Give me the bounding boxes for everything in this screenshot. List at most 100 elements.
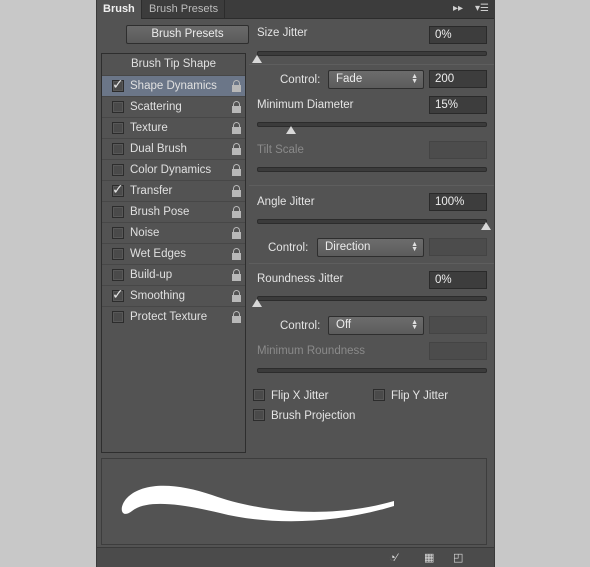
lock-icon[interactable] xyxy=(232,185,241,197)
list-item-wet-edges[interactable]: Wet Edges xyxy=(102,243,245,264)
checkmark-icon: ✓ xyxy=(112,76,124,92)
minimum-roundness-field xyxy=(429,342,487,360)
lock-icon[interactable] xyxy=(232,101,241,113)
brush-tip-shape-item[interactable]: Brush Tip Shape xyxy=(102,54,245,75)
divider xyxy=(249,185,494,186)
list-item-protect-texture[interactable]: Protect Texture xyxy=(102,306,245,327)
brush-stroke-preview xyxy=(101,458,487,545)
flip-y-jitter-checkbox[interactable]: Flip Y Jitter xyxy=(373,388,463,404)
brush-settings-list: Brush Tip Shape ✓ Shape Dynamics Scatterin… xyxy=(101,53,246,453)
flip-y-jitter-label: Flip Y Jitter xyxy=(391,390,449,402)
roundness-control-value: Off xyxy=(336,319,352,331)
list-item-label: Color Dynamics xyxy=(130,164,212,176)
checkbox-texture[interactable] xyxy=(112,122,124,134)
roundness-control-dropdown[interactable]: Off ▲ ▼ xyxy=(328,316,424,335)
size-control-dropdown[interactable]: Fade ▲ ▼ xyxy=(328,70,424,89)
list-item-label: Dual Brush xyxy=(130,143,187,155)
list-item-smoothing[interactable]: ✓ Smoothing xyxy=(102,285,245,306)
dropdown-arrows-icon: ▲ ▼ xyxy=(411,319,418,331)
list-item-label: Shape Dynamics xyxy=(130,80,217,92)
angle-control-steps-field xyxy=(429,238,487,256)
minimum-diameter-field[interactable]: 15% xyxy=(429,96,487,114)
checkbox-brush-pose[interactable] xyxy=(112,206,124,218)
checkbox-shape-dynamics[interactable]: ✓ xyxy=(112,76,124,92)
minimum-diameter-label: Minimum Diameter xyxy=(257,99,354,111)
tilt-scale-field xyxy=(429,141,487,159)
checkbox-noise[interactable] xyxy=(112,227,124,239)
checkbox-dual-brush[interactable] xyxy=(112,143,124,155)
lock-icon[interactable] xyxy=(232,311,241,323)
size-control-value: Fade xyxy=(336,73,363,85)
bottom-bar: ◔⁄ ▦ ◰ xyxy=(97,547,494,567)
checkbox-box[interactable] xyxy=(373,389,385,401)
list-item-brush-pose[interactable]: Brush Pose xyxy=(102,201,245,222)
list-item-label: Build-up xyxy=(130,269,173,281)
roundness-jitter-slider-thumb[interactable] xyxy=(252,299,262,307)
flip-x-jitter-checkbox[interactable]: Flip X Jitter xyxy=(253,388,343,404)
brush-presets-button[interactable]: Brush Presets xyxy=(126,25,249,44)
size-jitter-slider-thumb[interactable] xyxy=(252,55,262,63)
minimum-roundness-label: Minimum Roundness xyxy=(257,345,366,357)
lock-icon[interactable] xyxy=(232,206,241,218)
list-item-noise[interactable]: Noise xyxy=(102,222,245,243)
angle-control-label: Control: xyxy=(268,242,309,254)
list-item-shape-dynamics[interactable]: ✓ Shape Dynamics xyxy=(102,75,245,96)
angle-control-dropdown[interactable]: Direction ▲ ▼ xyxy=(317,238,424,257)
brush-projection-checkbox[interactable]: Brush Projection xyxy=(253,408,373,424)
minimum-diameter-slider-thumb[interactable] xyxy=(286,126,296,134)
list-item-build-up[interactable]: Build-up xyxy=(102,264,245,285)
checkbox-box[interactable] xyxy=(253,409,265,421)
size-jitter-slider-track[interactable] xyxy=(257,51,487,56)
checkbox-protect-texture[interactable] xyxy=(112,311,124,323)
lock-icon[interactable] xyxy=(232,248,241,260)
list-item-label: Texture xyxy=(130,122,168,134)
list-item-label: Transfer xyxy=(130,185,173,197)
checkbox-smoothing[interactable]: ✓ xyxy=(112,286,124,302)
lock-icon[interactable] xyxy=(232,269,241,281)
list-item-texture[interactable]: Texture xyxy=(102,117,245,138)
divider xyxy=(249,263,494,264)
lock-icon[interactable] xyxy=(232,122,241,134)
list-item-label: Protect Texture xyxy=(130,311,208,323)
checkbox-box[interactable] xyxy=(253,389,265,401)
size-jitter-field[interactable]: 0% xyxy=(429,26,487,44)
toggle-live-tip-icon[interactable]: ◔⁄ xyxy=(389,552,397,564)
checkbox-transfer[interactable]: ✓ xyxy=(112,181,124,197)
lock-icon[interactable] xyxy=(232,143,241,155)
list-item-scattering[interactable]: Scattering xyxy=(102,96,245,117)
list-item-color-dynamics[interactable]: Color Dynamics xyxy=(102,159,245,180)
checkbox-build-up[interactable] xyxy=(112,269,124,281)
new-preset-icon[interactable]: ◰ xyxy=(453,552,463,564)
lock-icon[interactable] xyxy=(232,164,241,176)
brush-panel: Brush Brush Presets ▸▸ ▾☰ Brush Presets … xyxy=(96,0,495,567)
fade-steps-field[interactable]: 200 xyxy=(429,70,487,88)
checkbox-wet-edges[interactable] xyxy=(112,248,124,260)
list-item-dual-brush[interactable]: Dual Brush xyxy=(102,138,245,159)
checkbox-color-dynamics[interactable] xyxy=(112,164,124,176)
settings-items: ✓ Shape Dynamics Scattering Texture Dual Bru… xyxy=(102,75,245,327)
tab-brush[interactable]: Brush xyxy=(97,0,142,19)
collapse-icon[interactable]: ▸▸ xyxy=(453,3,463,15)
angle-jitter-field[interactable]: 100% xyxy=(429,193,487,211)
roundness-jitter-slider-track[interactable] xyxy=(257,296,487,301)
flip-x-jitter-label: Flip X Jitter xyxy=(271,390,329,402)
angle-control-value: Direction xyxy=(325,241,371,253)
roundness-jitter-label: Roundness Jitter xyxy=(257,273,344,285)
dropdown-arrows-icon: ▲ ▼ xyxy=(411,241,418,253)
angle-jitter-slider-track[interactable] xyxy=(257,219,487,224)
list-item-transfer[interactable]: ✓ Transfer xyxy=(102,180,245,201)
lock-icon[interactable] xyxy=(232,80,241,92)
roundness-jitter-field[interactable]: 0% xyxy=(429,271,487,289)
checkbox-scattering[interactable] xyxy=(112,101,124,113)
list-item-label: Noise xyxy=(130,227,160,239)
list-item-label: Scattering xyxy=(130,101,182,113)
divider xyxy=(249,64,494,65)
angle-jitter-slider-thumb[interactable] xyxy=(481,222,491,230)
checkmark-icon: ✓ xyxy=(112,286,124,302)
lock-icon[interactable] xyxy=(232,227,241,239)
lock-icon[interactable] xyxy=(232,290,241,302)
grid-icon[interactable]: ▦ xyxy=(424,552,434,564)
angle-jitter-label: Angle Jitter xyxy=(257,196,315,208)
panel-menu-icon[interactable]: ▾☰ xyxy=(475,3,489,15)
tab-brush-presets[interactable]: Brush Presets xyxy=(143,0,226,19)
